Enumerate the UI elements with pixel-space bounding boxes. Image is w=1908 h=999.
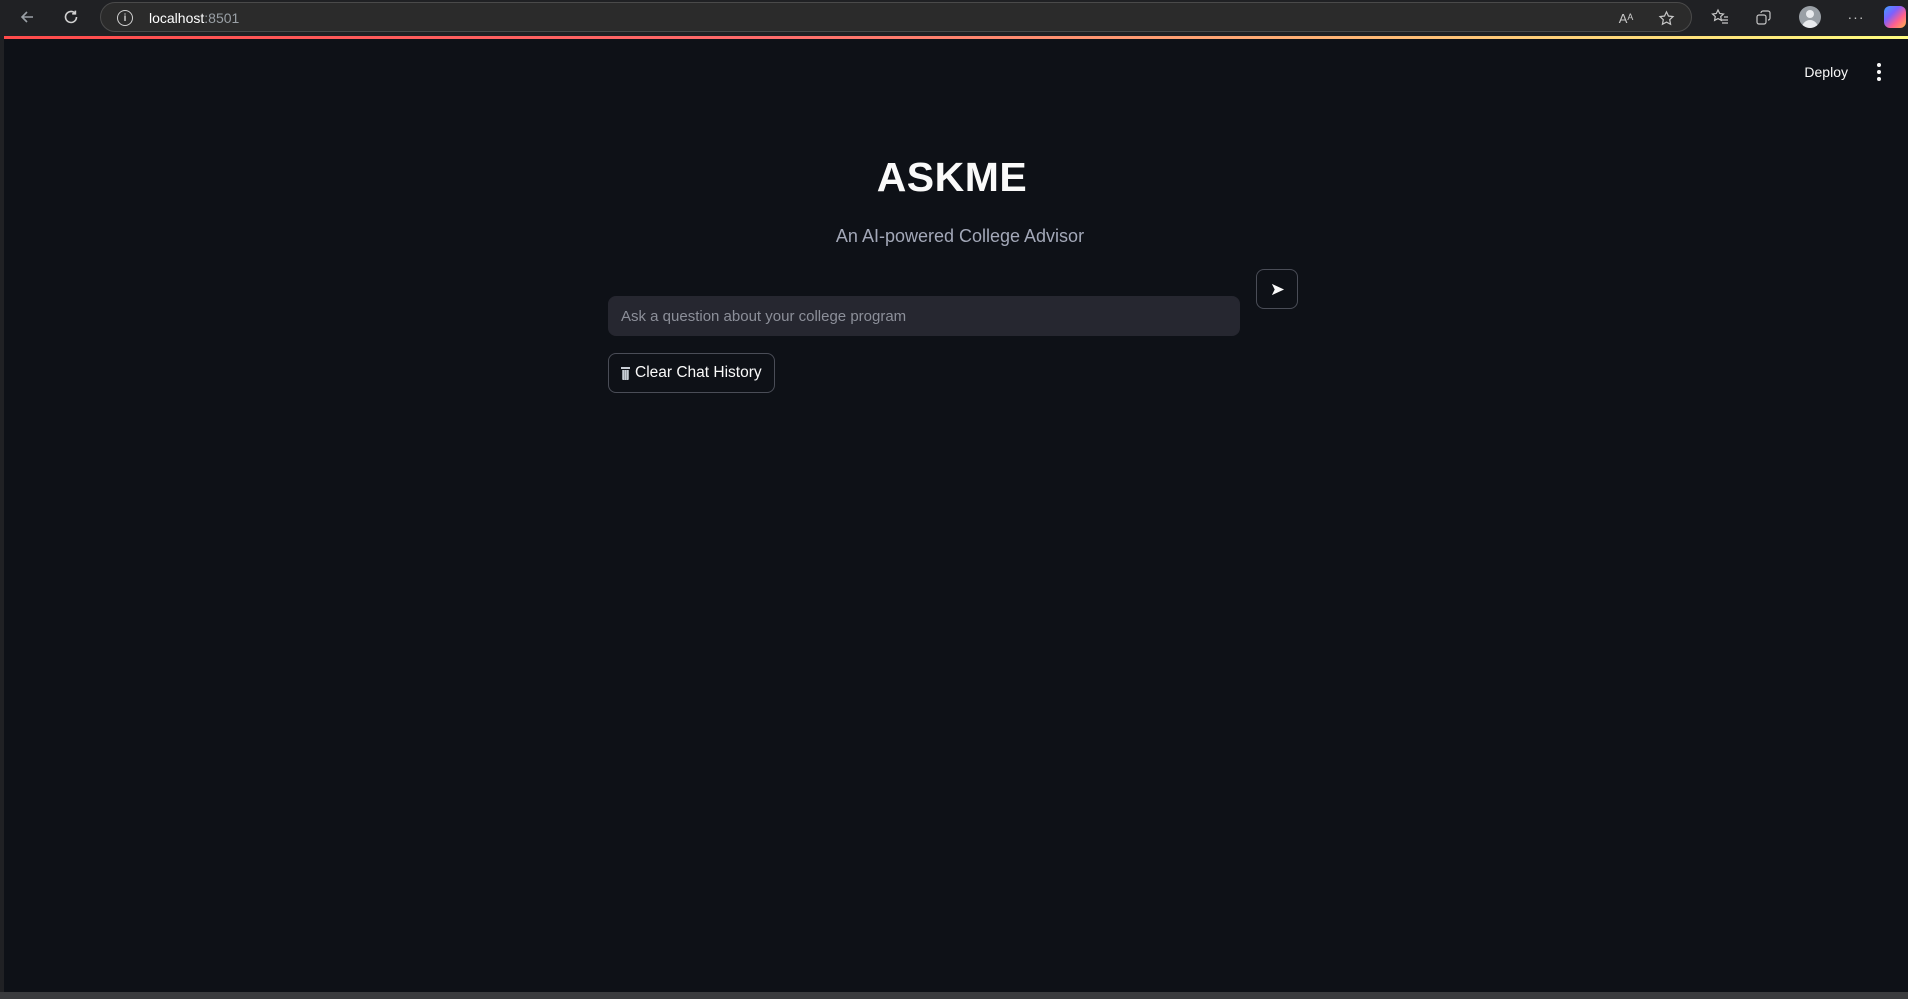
header-decoration-bar [4,36,1908,39]
url-host: localhost [149,10,205,26]
clear-chat-history-label: Clear Chat History [635,364,762,381]
question-input[interactable] [608,296,1240,336]
window-bottom-edge [0,992,1908,999]
deploy-button[interactable]: Deploy [1798,60,1854,84]
star-icon[interactable] [1656,8,1676,28]
profile-avatar-icon[interactable] [1799,6,1821,28]
browser-toolbar: i localhost:8501 Aᴬ ··· [0,0,1908,34]
vertical-dots-icon[interactable] [1872,61,1886,83]
clear-chat-history-button[interactable]: Clear Chat History [608,353,775,393]
page-subtitle: An AI-powered College Advisor [835,226,1085,246]
collections-icon[interactable] [1751,4,1777,30]
trash-icon [621,366,630,380]
info-icon[interactable]: i [117,10,133,26]
copilot-icon[interactable] [1884,6,1906,28]
send-arrow-icon [1271,283,1284,295]
favorites-icon[interactable] [1707,4,1733,30]
back-arrow-icon[interactable] [14,4,40,30]
url-port: :8501 [204,10,240,26]
read-aloud-icon[interactable]: Aᴬ [1616,8,1636,28]
app-header-actions: Deploy [1798,60,1886,84]
browser-window: i localhost:8501 Aᴬ ··· Deploy ASKME An … [0,0,1908,999]
more-horizontal-icon[interactable]: ··· [1843,4,1869,30]
send-button[interactable] [1256,269,1298,309]
address-url[interactable]: localhost:8501 [149,10,239,26]
reload-icon[interactable] [58,4,84,30]
page-title: ASKME [876,154,1028,200]
address-bar[interactable]: i localhost:8501 Aᴬ [100,2,1692,32]
app-viewport: Deploy ASKME An AI-powered College Advis… [4,36,1908,992]
